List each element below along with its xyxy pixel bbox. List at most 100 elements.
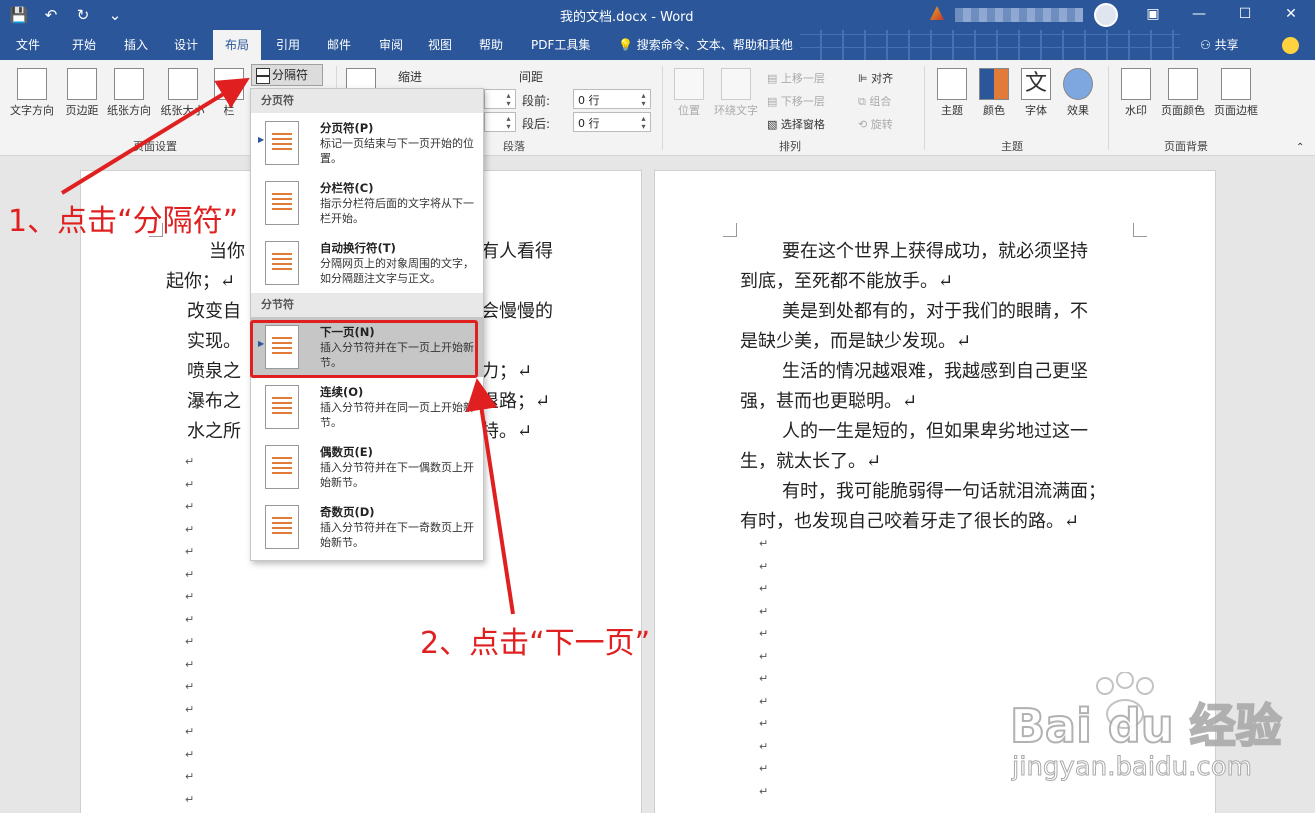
send-backward-button[interactable]: ▤ 下移一层 (767, 93, 825, 109)
margins-icon (67, 68, 97, 100)
colors-label: 颜色 (983, 104, 1005, 117)
collapse-ribbon-icon[interactable]: ⌃ (1296, 142, 1304, 153)
body-text: 要在这个世界上获得成功，就必须坚持 (782, 241, 1088, 262)
margins-button[interactable]: 页边距 (60, 68, 104, 118)
themes-button[interactable]: 主题 (934, 68, 970, 118)
body-text: 美是到处都有的，对于我们的眼睛，不 (782, 301, 1088, 322)
menu-header-section-breaks: 分节符 (251, 293, 483, 317)
quick-access-toolbar: 💾 ↶ ↻ ⌄ (8, 4, 126, 26)
body-text: 人的一生是短的，但如果卑劣地过这一 (782, 421, 1088, 442)
rotate-button[interactable]: ⟲ 旋转 (858, 116, 893, 132)
menu-item-odd-page[interactable]: 奇数页(D) 插入分节符并在下一奇数页上开始新节。 (251, 497, 483, 557)
margins-label: 页边距 (65, 104, 99, 117)
position-button[interactable]: 位置 (672, 68, 706, 118)
menu-item-desc: 插入分节符并在下一奇数页上开始新节。 (320, 521, 474, 549)
menu-item-title: 分页符(P) (320, 121, 374, 135)
tab-insert[interactable]: 插入 (112, 30, 160, 60)
breaks-button[interactable]: 分隔符 (251, 64, 323, 86)
rotate-label: 旋转 (870, 118, 893, 131)
maximize-button[interactable]: ☐ (1222, 0, 1268, 30)
close-button[interactable]: ✕ (1268, 0, 1314, 30)
tab-mailings[interactable]: 邮件 (315, 30, 363, 60)
indent-label: 缩进 (398, 70, 423, 84)
customize-qat-icon[interactable]: ⌄ (104, 4, 126, 26)
orientation-button[interactable]: 纸张方向 (104, 68, 154, 118)
body-text: 到底，至死都不能放手。↵ (740, 271, 954, 292)
tab-references[interactable]: 引用 (264, 30, 312, 60)
tab-file[interactable]: 文件 (4, 30, 52, 60)
fonts-button[interactable]: 文字体 (1018, 68, 1054, 118)
tab-pdf-tools[interactable]: PDF工具集 (519, 30, 602, 60)
tab-review[interactable]: 审阅 (367, 30, 415, 60)
save-icon[interactable]: 💾 (8, 4, 30, 26)
fonts-label: 字体 (1025, 104, 1047, 117)
menu-item-column-break[interactable]: 分栏符(C) 指示分栏符后面的文字将从下一栏开始。 (251, 173, 483, 233)
ribbon-display-options-icon[interactable]: ▣ (1130, 0, 1176, 30)
avatar[interactable] (1094, 3, 1118, 27)
columns-label: 栏 (223, 104, 235, 117)
menu-item-even-page[interactable]: 偶数页(E) 插入分节符并在下一偶数页上开始新节。 (251, 437, 483, 497)
spacing-after-input[interactable]: 0 行 (573, 112, 651, 132)
menu-item-title: 奇数页(D) (320, 505, 375, 519)
text-wrapping-break-icon (265, 241, 299, 285)
page-borders-label: 页面边框 (1214, 104, 1258, 117)
redo-icon[interactable]: ↻ (72, 4, 94, 26)
undo-icon[interactable]: ↶ (40, 4, 62, 26)
spacing-after-label: 段后: (522, 117, 551, 131)
paragraph-marks: ↵ ↵ ↵ ↵ ↵ ↵ ↵ ↵ ↵ ↵ ↵ ↵ ↵ ↵ ↵ ↵ (185, 455, 195, 806)
tab-view[interactable]: 视图 (416, 30, 464, 60)
group-icon: ⧉ (858, 95, 870, 108)
text-direction-button[interactable]: 文字方向 (6, 68, 58, 118)
group-label-themes: 主题 (1001, 140, 1023, 153)
selection-pane-button[interactable]: ▧ 选择窗格 (767, 116, 825, 132)
selection-pane-icon: ▧ (767, 118, 781, 131)
effects-button[interactable]: 效果 (1060, 68, 1096, 118)
menu-item-page-break[interactable]: ▶ 分页符(P) 标记一页结束与下一页开始的位置。 (251, 113, 483, 173)
watermark-label: 水印 (1125, 104, 1147, 117)
rotate-icon: ⟲ (858, 118, 871, 131)
highlight-box-next-page (250, 320, 478, 378)
minimize-button[interactable]: — (1176, 0, 1222, 30)
page-borders-button[interactable]: 页面边框 (1210, 68, 1262, 118)
menu-item-title: 连续(O) (320, 385, 364, 399)
spacing-before-input[interactable]: 0 行 (573, 89, 651, 109)
warning-icon[interactable] (930, 6, 944, 20)
share-button[interactable]: ⚇ 共享 (1200, 30, 1239, 60)
tab-help[interactable]: 帮助 (467, 30, 515, 60)
group-separator (924, 66, 925, 150)
align-button[interactable]: ⊫ 对齐 (858, 70, 893, 86)
share-label: 共享 (1214, 38, 1239, 52)
watermark-button[interactable]: 水印 (1118, 68, 1154, 118)
tell-me-search[interactable]: 💡 搜索命令、文本、帮助和其他 (618, 30, 793, 60)
size-button[interactable]: 纸张大小 (155, 68, 210, 118)
indent-left-input[interactable] (484, 89, 516, 109)
bring-forward-button[interactable]: ▤ 上移一层 (767, 70, 825, 86)
menu-item-text-wrapping-break[interactable]: 自动换行符(T) 分隔网页上的对象周围的文字，如分隔题注文字与正文。 (251, 233, 483, 293)
tab-layout[interactable]: 布局 (213, 30, 262, 60)
colors-button[interactable]: 颜色 (976, 68, 1012, 118)
indent-right-input[interactable] (484, 112, 516, 132)
orientation-icon (114, 68, 144, 100)
group-label-paragraph: 段落 (503, 140, 525, 153)
fonts-icon: 文 (1021, 68, 1051, 100)
group-separator (1108, 66, 1109, 150)
page-color-icon (1168, 68, 1198, 100)
wrap-text-label: 环绕文字 (714, 104, 758, 117)
feedback-smiley-icon[interactable] (1282, 37, 1299, 54)
columns-button[interactable]: 栏 (214, 68, 244, 118)
body-text: 瀑布之 (187, 391, 241, 412)
text-direction-label: 文字方向 (10, 104, 54, 117)
group-button[interactable]: ⧉ 组合 (858, 93, 891, 109)
wrap-text-button[interactable]: 环绕文字 (710, 68, 762, 118)
tell-me-text: 搜索命令、文本、帮助和其他 (636, 38, 793, 52)
wrap-text-icon (721, 68, 751, 100)
tab-design[interactable]: 设计 (162, 30, 210, 60)
menu-item-continuous[interactable]: 连续(O) 插入分节符并在同一页上开始新节。 (251, 377, 483, 437)
tab-home[interactable]: 开始 (60, 30, 108, 60)
body-text: 实现。 (187, 331, 241, 352)
page-color-button[interactable]: 页面颜色 (1157, 68, 1209, 118)
group-separator (662, 66, 663, 150)
group-label-arrange: 排列 (779, 140, 801, 153)
themes-icon (937, 68, 967, 100)
menu-item-desc: 分隔网页上的对象周围的文字，如分隔题注文字与正文。 (320, 257, 474, 285)
